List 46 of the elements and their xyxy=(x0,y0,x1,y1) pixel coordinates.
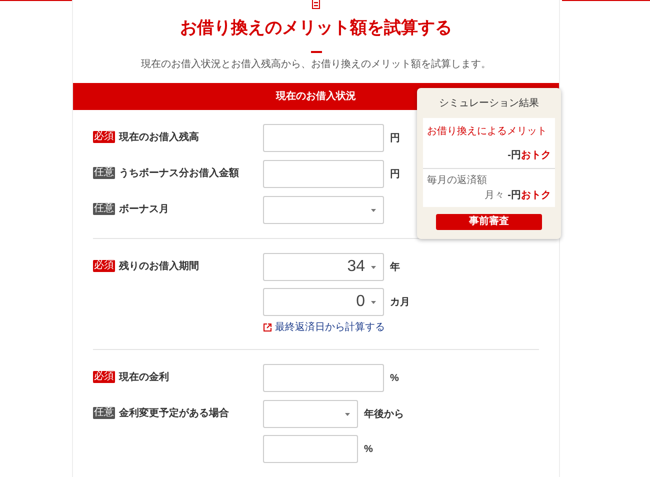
unit-label: % xyxy=(390,372,399,386)
required-badge: 必須 xyxy=(93,260,115,272)
unit-label: 円 xyxy=(390,132,400,146)
caret-icon xyxy=(371,208,376,212)
field-label: 残りのお借入期間 xyxy=(119,260,199,273)
unit-label: 円 xyxy=(390,168,400,182)
input-field[interactable] xyxy=(263,435,358,463)
unit-label: 年後から xyxy=(364,408,404,422)
input-field[interactable] xyxy=(263,124,384,152)
input-field[interactable] xyxy=(263,364,384,392)
field-label: ボーナス月 xyxy=(119,203,169,216)
calculate-link[interactable]: 最終返済日から計算する xyxy=(263,320,410,335)
page-title: お借り換えのメリット額を試算する xyxy=(179,16,453,39)
field-label: 現在のお借入残高 xyxy=(119,131,199,144)
optional-badge: 任意 xyxy=(93,203,115,215)
optional-badge: 任意 xyxy=(93,407,115,419)
pre-screening-button[interactable]: 事前審査 xyxy=(436,214,542,230)
merit-label: お借り換えによるメリット xyxy=(427,125,548,139)
required-badge: 必須 xyxy=(93,371,115,383)
external-link-icon xyxy=(263,323,272,332)
document-icon xyxy=(311,0,321,9)
dropdown[interactable] xyxy=(263,196,384,224)
caret-icon xyxy=(371,266,376,268)
dropdown[interactable]: 34 xyxy=(263,253,384,281)
input-field[interactable] xyxy=(263,160,384,188)
prefix-text: 月々 xyxy=(484,189,505,203)
required-badge: 必須 xyxy=(93,131,115,143)
field-label: うちボーナス分お借入金額 xyxy=(119,167,239,180)
panel-title: シミュレーション結果 xyxy=(438,97,540,111)
page-description: 現在のお借入状況とお借入残高から、お借り換えのメリット額を試算します。 xyxy=(140,58,492,71)
amount-text: -円 xyxy=(508,189,521,203)
unit-label: % xyxy=(364,442,373,456)
field-label: 現在の金利 xyxy=(119,371,169,384)
section-title: 現在のお借入状況 xyxy=(276,90,356,104)
caret-icon xyxy=(371,300,376,304)
savings-label: おトク xyxy=(521,149,551,163)
amount-text: -円 xyxy=(508,149,521,163)
field-label: 金利変更予定がある場合 xyxy=(119,407,229,420)
optional-badge: 任意 xyxy=(93,167,115,179)
dropdown[interactable]: 0 xyxy=(263,288,384,316)
monthly-label: 毎月の返済額 xyxy=(427,174,488,188)
savings-label: おトク xyxy=(521,189,551,203)
dropdown[interactable] xyxy=(263,400,358,428)
unit-label: カ月 xyxy=(390,296,410,310)
caret-icon xyxy=(345,412,350,416)
unit-label: 年 xyxy=(390,260,400,274)
